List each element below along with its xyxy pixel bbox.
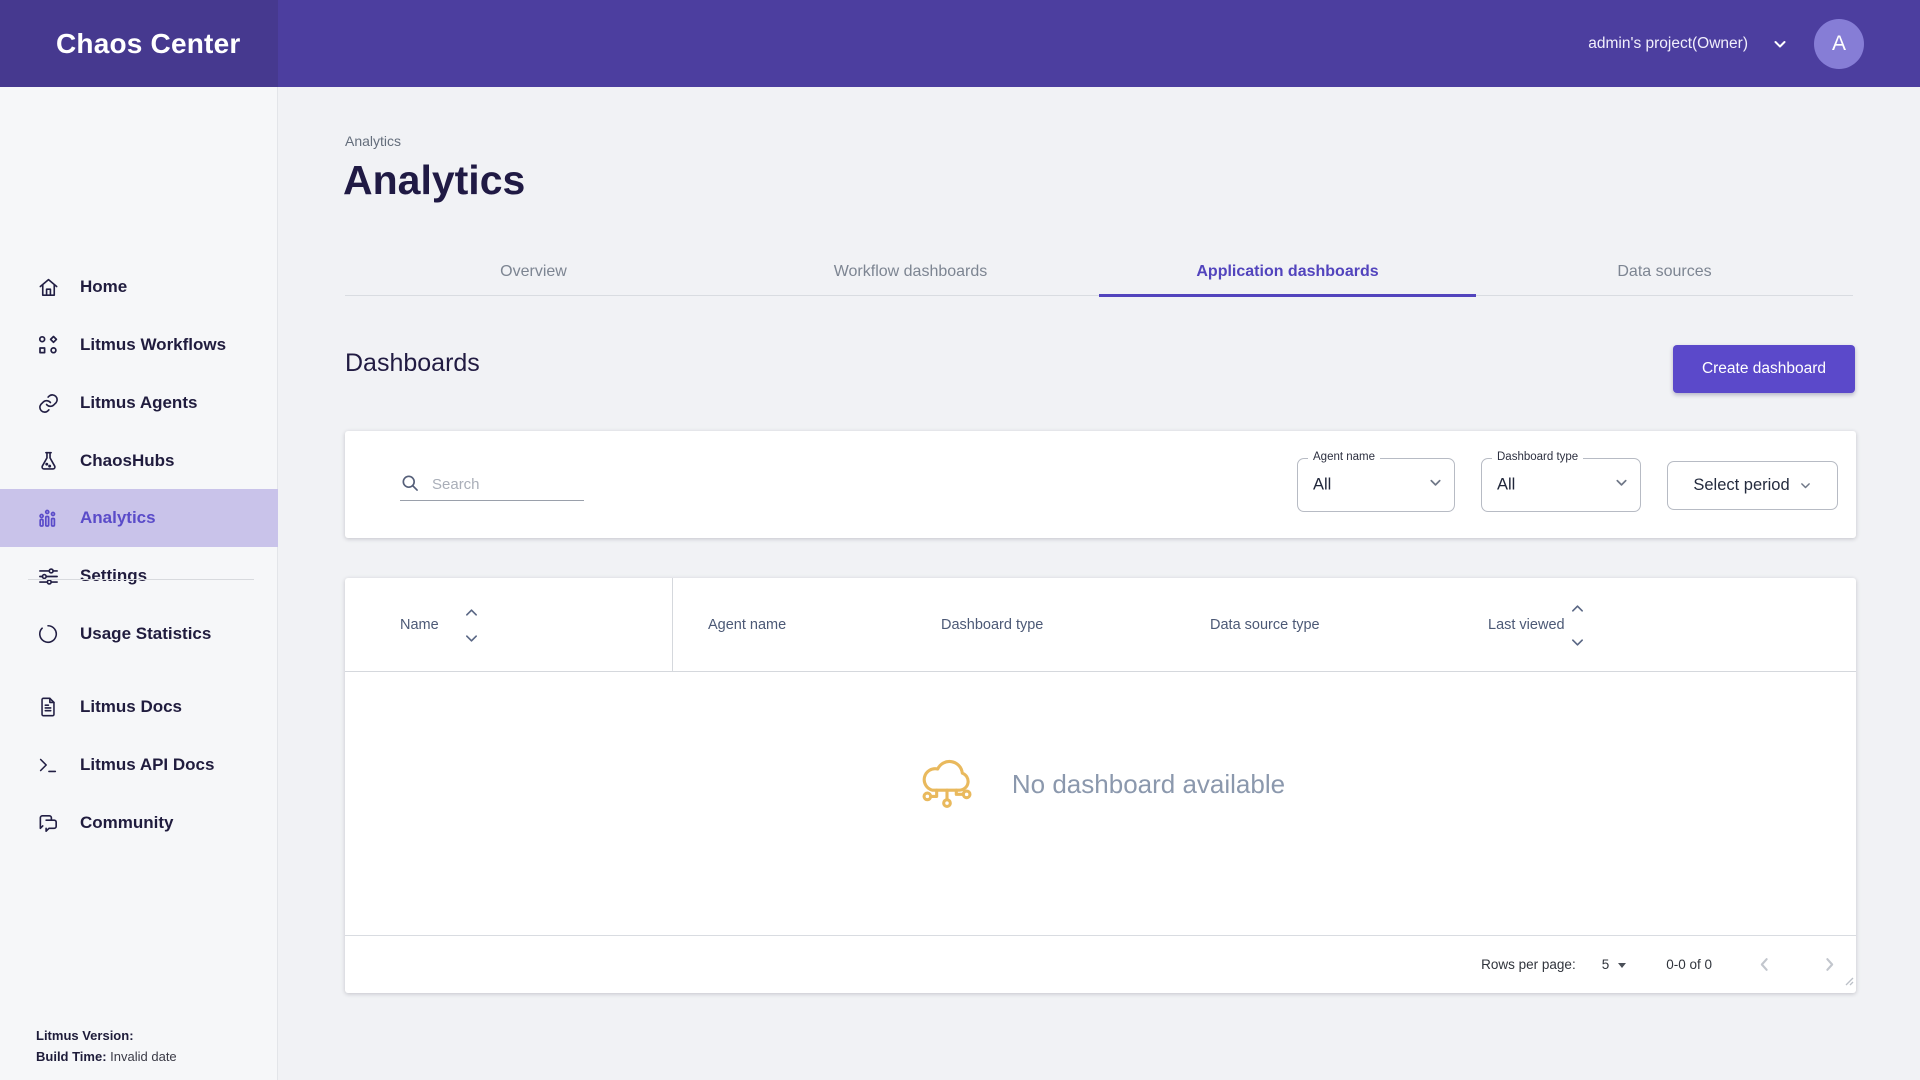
sort-desc-icon[interactable] xyxy=(1571,638,1584,647)
dashboards-table-card: Name Agent name Dashboard type Data sour… xyxy=(345,578,1856,993)
sidebar-item-label: Litmus Workflows xyxy=(80,335,226,355)
sidebar-item-label: Home xyxy=(80,277,127,297)
chevron-down-icon xyxy=(1799,479,1812,492)
sidebar-item-litmus-agents[interactable]: Litmus Agents xyxy=(0,374,278,432)
page-title: Analytics xyxy=(343,157,525,204)
sort-control-name xyxy=(465,578,478,672)
empty-message: No dashboard available xyxy=(1012,769,1285,800)
app-title: Chaos Center xyxy=(56,0,240,87)
chevron-right-icon xyxy=(1821,956,1838,973)
tab-data-sources[interactable]: Data sources xyxy=(1476,248,1853,295)
search-icon xyxy=(400,473,420,493)
rows-per-page-select[interactable]: 5 xyxy=(1602,957,1627,972)
column-header-name: Name xyxy=(400,578,439,672)
flask-icon xyxy=(36,449,60,473)
document-icon xyxy=(36,695,60,719)
sidebar-item-analytics[interactable]: Analytics xyxy=(0,489,278,547)
header-right-cluster: admin's project(Owner) A xyxy=(1588,0,1864,87)
column-divider xyxy=(672,578,673,672)
section-title: Dashboards xyxy=(345,349,480,378)
previous-page-button[interactable] xyxy=(1756,956,1773,973)
pagination-range: 0-0 of 0 xyxy=(1666,957,1712,972)
breadcrumb[interactable]: Analytics xyxy=(345,133,401,149)
build-time-value: Invalid date xyxy=(110,1049,177,1064)
sidebar-item-settings[interactable]: Settings xyxy=(0,547,278,605)
sort-control-last-viewed xyxy=(1571,578,1584,672)
search-input[interactable] xyxy=(432,476,572,493)
sort-desc-icon[interactable] xyxy=(465,634,478,643)
sidebar-item-litmus-workflows[interactable]: Litmus Workflows xyxy=(0,316,278,374)
sidebar-item-label: Usage Statistics xyxy=(80,624,211,644)
terminal-icon xyxy=(36,753,60,777)
sidebar-item-label: Settings xyxy=(80,566,147,586)
tab-workflow-dashboards[interactable]: Workflow dashboards xyxy=(722,248,1099,295)
main-content: Analytics Analytics Overview Workflow da… xyxy=(278,87,1920,1080)
sidebar-item-community[interactable]: Community xyxy=(0,794,278,852)
dashboard-type-select[interactable]: Dashboard type All xyxy=(1481,458,1641,512)
dropdown-arrow-icon xyxy=(1618,963,1626,968)
avatar[interactable]: A xyxy=(1814,19,1864,69)
agent-name-select-label: Agent name xyxy=(1308,451,1380,463)
sidebar-item-label: Litmus Agents xyxy=(80,393,197,413)
dashboard-type-select-value: All xyxy=(1497,476,1515,495)
rows-per-page-label: Rows per page: xyxy=(1481,957,1576,972)
sidebar: Home Litmus Workflows Litmus Agents Chao… xyxy=(0,87,278,1080)
dashboard-type-select-label: Dashboard type xyxy=(1492,451,1583,463)
analytics-icon xyxy=(36,506,60,530)
tab-application-dashboards[interactable]: Application dashboards xyxy=(1099,248,1476,295)
project-switcher-label: admin's project(Owner) xyxy=(1588,35,1748,53)
sliders-icon xyxy=(36,564,60,588)
chevron-left-icon xyxy=(1756,956,1773,973)
sidebar-item-label: Community xyxy=(80,813,174,833)
chevron-down-icon xyxy=(1772,36,1788,52)
tab-bar: Overview Workflow dashboards Application… xyxy=(345,248,1853,296)
agent-name-select[interactable]: Agent name All xyxy=(1297,458,1455,512)
home-icon xyxy=(36,275,60,299)
sidebar-item-home[interactable]: Home xyxy=(0,258,278,316)
select-period-label: Select period xyxy=(1693,476,1789,495)
sort-asc-icon[interactable] xyxy=(465,608,478,617)
sidebar-item-litmus-docs[interactable]: Litmus Docs xyxy=(0,678,278,736)
table-header-row: Name Agent name Dashboard type Data sour… xyxy=(345,578,1856,672)
project-switcher[interactable]: admin's project(Owner) xyxy=(1588,35,1788,53)
sidebar-item-usage-statistics[interactable]: Usage Statistics xyxy=(0,605,278,663)
chaos-center-page: Chaos Center admin's project(Owner) A Ho… xyxy=(0,0,1920,1080)
chevron-down-icon xyxy=(1428,475,1443,495)
tab-overview[interactable]: Overview xyxy=(345,248,722,295)
rows-per-page-value: 5 xyxy=(1602,957,1610,972)
empty-state: No dashboard available xyxy=(345,754,1856,814)
agent-name-select-value: All xyxy=(1313,476,1331,495)
sidebar-item-label: Litmus Docs xyxy=(80,697,182,717)
sidebar-item-label: ChaosHubs xyxy=(80,451,174,471)
column-header-agent-name: Agent name xyxy=(708,578,786,672)
litmus-version-label: Litmus Version: xyxy=(36,1028,134,1043)
sidebar-item-label: Analytics xyxy=(80,508,156,528)
next-page-button[interactable] xyxy=(1821,956,1838,973)
search-field xyxy=(400,465,584,501)
chevron-down-icon xyxy=(1614,475,1629,495)
pagination-bar: Rows per page: 5 0-0 of 0 xyxy=(345,935,1856,993)
sidebar-item-chaoshubs[interactable]: ChaosHubs xyxy=(0,432,278,490)
column-header-data-source-type: Data source type xyxy=(1210,578,1320,672)
select-period-button[interactable]: Select period xyxy=(1667,461,1838,510)
column-header-last-viewed: Last viewed xyxy=(1488,578,1565,672)
sidebar-item-label: Litmus API Docs xyxy=(80,755,214,775)
build-time-label: Build Time: xyxy=(36,1049,107,1064)
sort-asc-icon[interactable] xyxy=(1571,604,1584,613)
create-dashboard-button[interactable]: Create dashboard xyxy=(1673,345,1855,393)
link-icon xyxy=(36,391,60,415)
top-header: Chaos Center admin's project(Owner) A xyxy=(0,0,1920,87)
workflows-icon xyxy=(36,333,60,357)
resize-grip[interactable] xyxy=(1844,973,1854,991)
usage-icon xyxy=(36,622,60,646)
chat-bubbles-icon xyxy=(36,811,60,835)
filter-card: Agent name All Dashboard type All Select… xyxy=(345,431,1856,538)
version-info: Litmus Version: Build Time: Invalid date xyxy=(36,1025,177,1067)
cloud-network-icon xyxy=(916,754,978,814)
column-header-dashboard-type: Dashboard type xyxy=(941,578,1043,672)
sidebar-divider xyxy=(28,579,254,580)
sidebar-item-litmus-api-docs[interactable]: Litmus API Docs xyxy=(0,736,278,794)
